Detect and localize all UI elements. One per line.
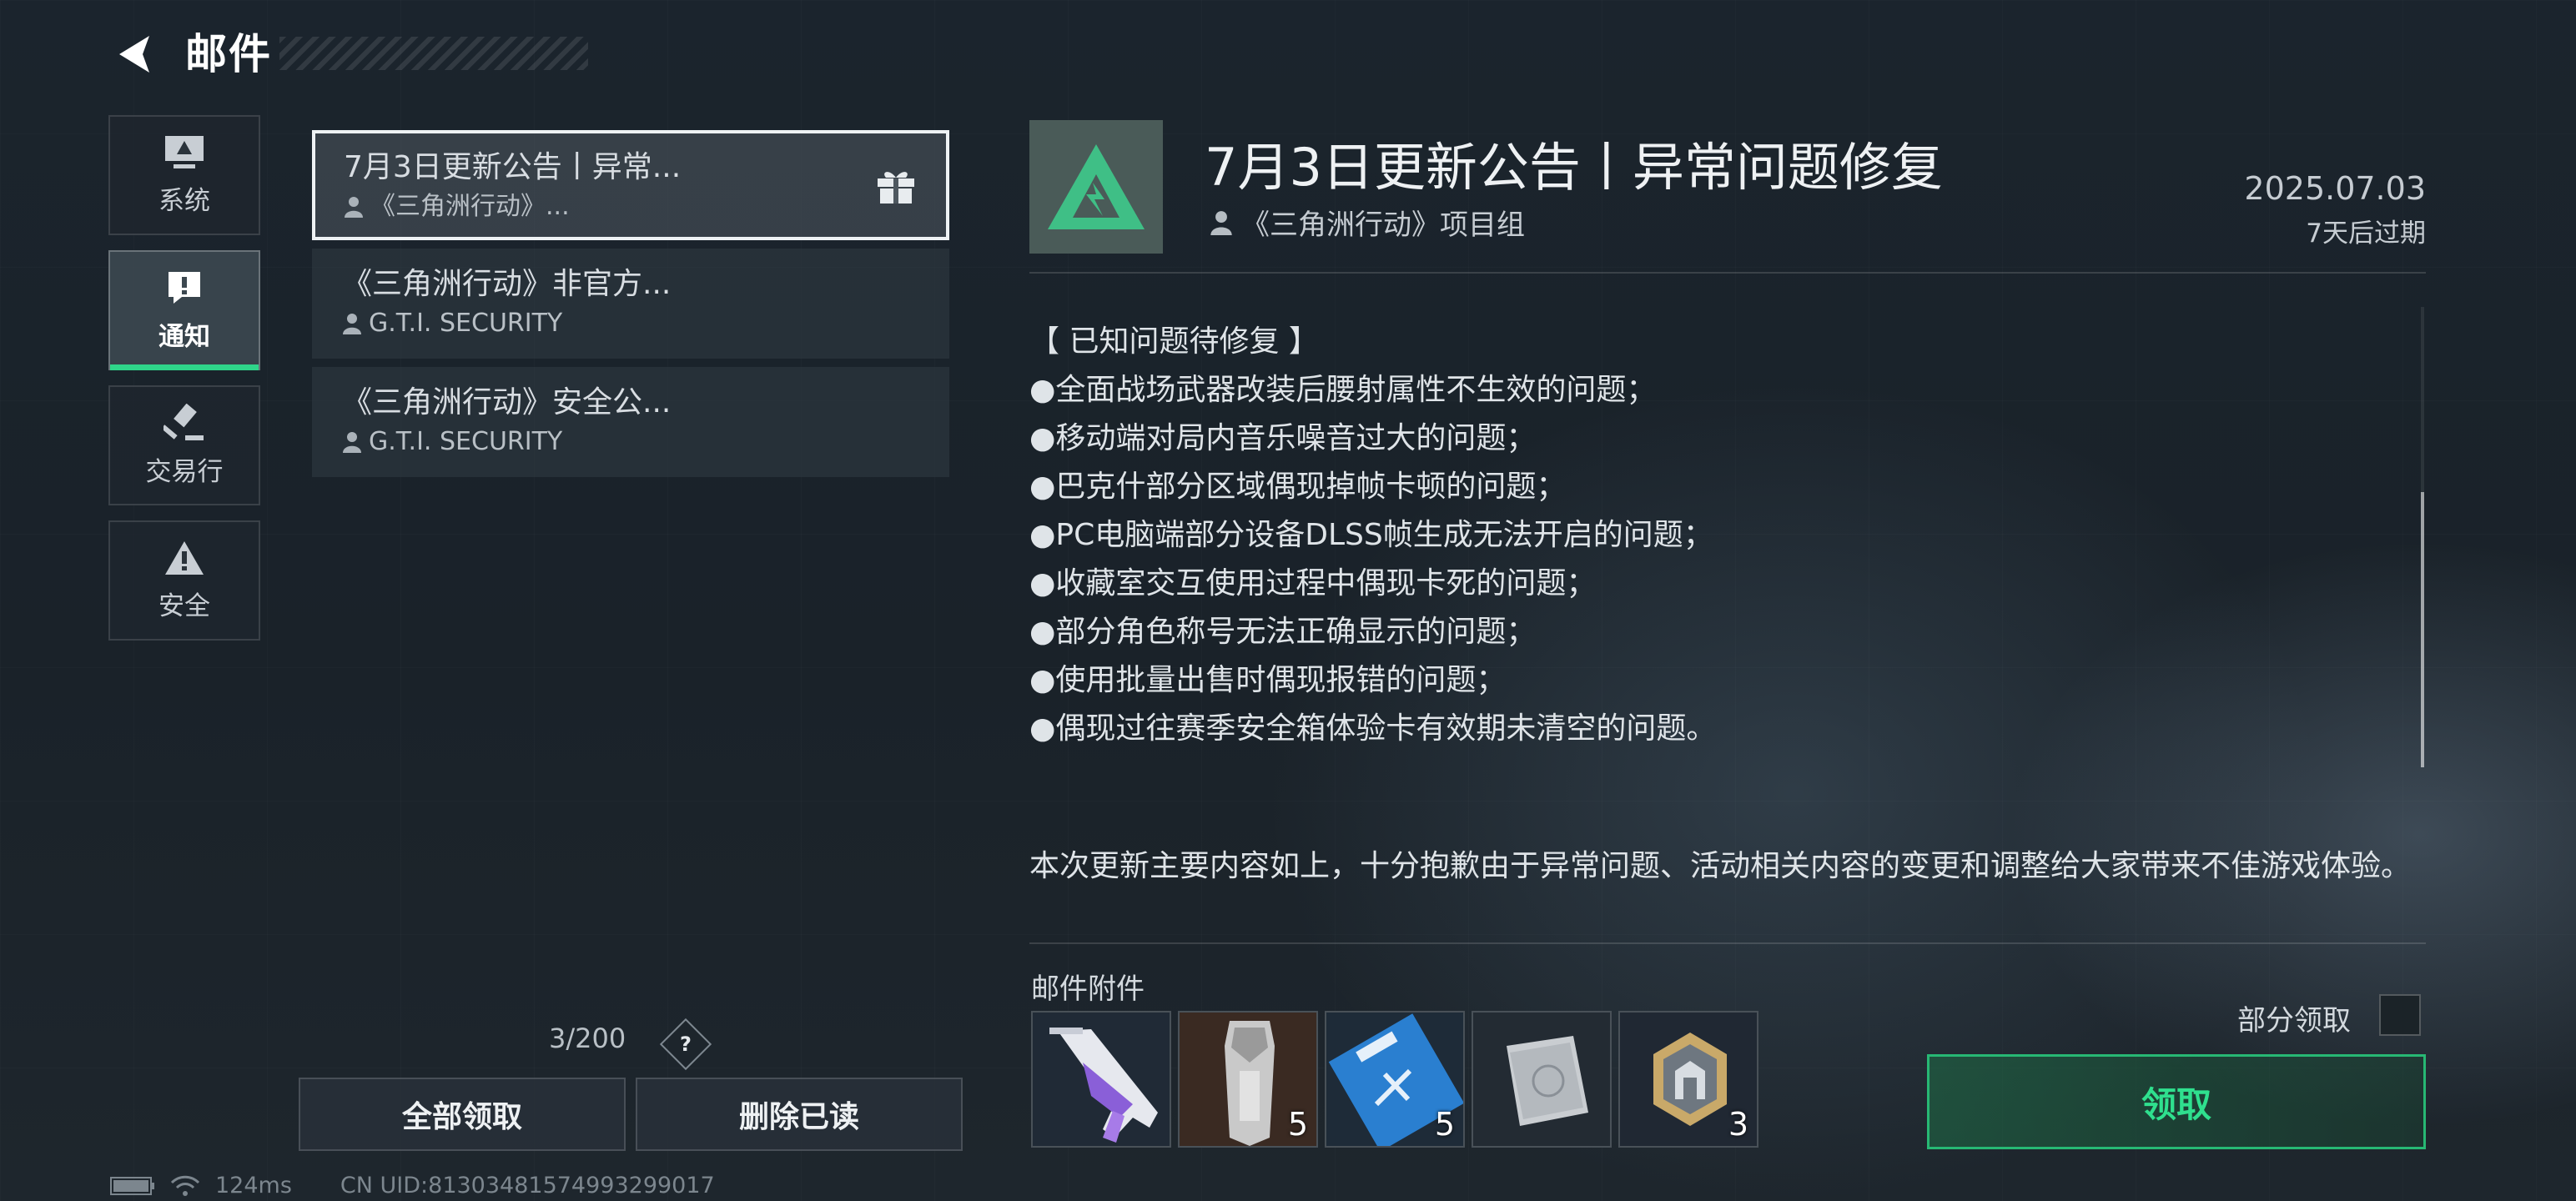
closing-paragraph: 本次更新主要内容如上，十分抱歉由于异常问题、活动相关内容的变更和调整给大家带来不…	[1029, 849, 2412, 883]
document-icon	[1473, 1013, 1610, 1146]
warning-icon	[165, 540, 204, 575]
person-icon	[345, 197, 363, 218]
tab-security[interactable]: 安全	[108, 520, 260, 641]
mail-detail-sender: 《三角洲行动》项目组	[1210, 202, 1525, 243]
scrollbar-thumb[interactable]	[2421, 492, 2424, 767]
attachment-card-pack[interactable]: 5	[1178, 1011, 1318, 1148]
mail-sender-name: 《三角洲行动》...	[370, 192, 570, 221]
tab-system-label: 系统	[158, 185, 210, 216]
attachment-document[interactable]	[1472, 1011, 1612, 1148]
header-divider	[1029, 272, 2426, 274]
attachment-weapon-skin[interactable]	[1031, 1011, 1171, 1148]
status-bar: 124ms CN UID:81303481574993299017	[110, 1173, 715, 1198]
mail-detail-sender-name: 《三角洲行动》项目组	[1241, 209, 1525, 242]
attachment-count: 5	[1287, 1106, 1308, 1143]
gift-icon	[876, 167, 916, 209]
section-heading: 【 已知问题待修复 】	[1029, 324, 1319, 359]
partial-claim-checkbox[interactable]	[2379, 994, 2421, 1036]
back-button[interactable]	[107, 25, 165, 83]
title-decoration	[279, 37, 588, 70]
mail-expiry: 7天后过期	[2306, 219, 2426, 249]
mail-sender-name: G.T.I. SECURITY	[369, 427, 563, 456]
issue-line: ●部分角色称号无法正确显示的问题；	[1029, 615, 1537, 649]
mail-count: 3/200	[549, 1023, 626, 1054]
gavel-icon	[164, 403, 204, 440]
ping-value: 124ms	[215, 1173, 292, 1198]
person-icon	[343, 314, 361, 334]
wifi-icon	[170, 1175, 200, 1196]
exclamation-icon	[169, 271, 200, 304]
issue-line: ●收藏室交互使用过程中偶现卡死的问题；	[1029, 566, 1597, 600]
attachment-count: 3	[1728, 1106, 1748, 1143]
sender-logo	[1029, 120, 1163, 254]
attachment-ticket[interactable]: 5	[1325, 1011, 1465, 1148]
attachments-label: 邮件附件	[1031, 972, 1145, 1006]
page-title: 邮件	[185, 30, 272, 78]
help-icon: ?	[680, 1032, 692, 1056]
mail-item-unofficial[interactable]: 《三角洲行动》非官方... G.T.I. SECURITY	[312, 249, 949, 359]
mail-sender-name: G.T.I. SECURITY	[369, 309, 563, 338]
delete-read-button[interactable]: 删除已读	[636, 1078, 963, 1151]
issue-line: ●移动端对局内音乐噪音过大的问题；	[1029, 421, 1537, 455]
mail-title: 《三角洲行动》安全公...	[342, 385, 672, 420]
issue-line: ●偶现过往赛季安全箱体验卡有效期未清空的问题。	[1029, 711, 1717, 746]
person-icon	[1210, 210, 1232, 235]
help-button[interactable]: ?	[659, 1018, 712, 1071]
tab-notice[interactable]: 通知	[108, 250, 260, 370]
attachment-badge[interactable]: 3	[1618, 1011, 1758, 1148]
monitor-icon	[165, 135, 204, 168]
mail-item-security[interactable]: 《三角洲行动》安全公... G.T.I. SECURITY	[312, 367, 949, 477]
person-icon	[343, 432, 361, 453]
attachment-count: 5	[1434, 1106, 1455, 1143]
mail-title: 7月3日更新公告丨异常...	[344, 150, 682, 184]
delta-logo-icon	[1048, 144, 1145, 229]
mail-detail-title: 7月3日更新公告丨异常问题修复	[1205, 137, 1943, 198]
mail-sender: G.T.I. SECURITY	[342, 424, 919, 460]
back-arrow-icon	[119, 36, 149, 73]
tab-security-label: 安全	[158, 590, 210, 621]
tab-notice-label: 通知	[158, 321, 210, 352]
mail-sender: 《三角洲行动》...	[344, 188, 918, 225]
tab-system[interactable]: 系统	[108, 115, 260, 235]
issue-line: ●全面战场武器改装后腰射属性不生效的问题；	[1029, 373, 1657, 407]
issue-line: ●使用批量出售时偶现报错的问题；	[1029, 663, 1507, 697]
issue-line: ●巴克什部分区域偶现掉帧卡顿的问题；	[1029, 470, 1567, 504]
partial-claim-label: 部分领取	[2237, 1004, 2351, 1038]
mail-title: 《三角洲行动》非官方...	[342, 267, 672, 301]
claim-all-button[interactable]: 全部领取	[299, 1078, 626, 1151]
issue-line: ●PC电脑端部分设备DLSS帧生成无法开启的问题；	[1029, 518, 1713, 552]
tab-trading[interactable]: 交易行	[108, 385, 260, 505]
weapon-skin-icon	[1033, 1013, 1170, 1146]
mail-sender: G.T.I. SECURITY	[342, 305, 919, 342]
user-uid: CN UID:81303481574993299017	[340, 1173, 715, 1198]
battery-icon	[110, 1176, 154, 1195]
tab-trading-label: 交易行	[145, 456, 224, 487]
claim-button[interactable]: 领取	[1927, 1054, 2426, 1149]
mail-date: 2025.07.03	[2244, 170, 2426, 207]
mail-item-update-notice[interactable]: 7月3日更新公告丨异常... 《三角洲行动》...	[312, 130, 949, 240]
attachments-divider	[1029, 942, 2426, 944]
